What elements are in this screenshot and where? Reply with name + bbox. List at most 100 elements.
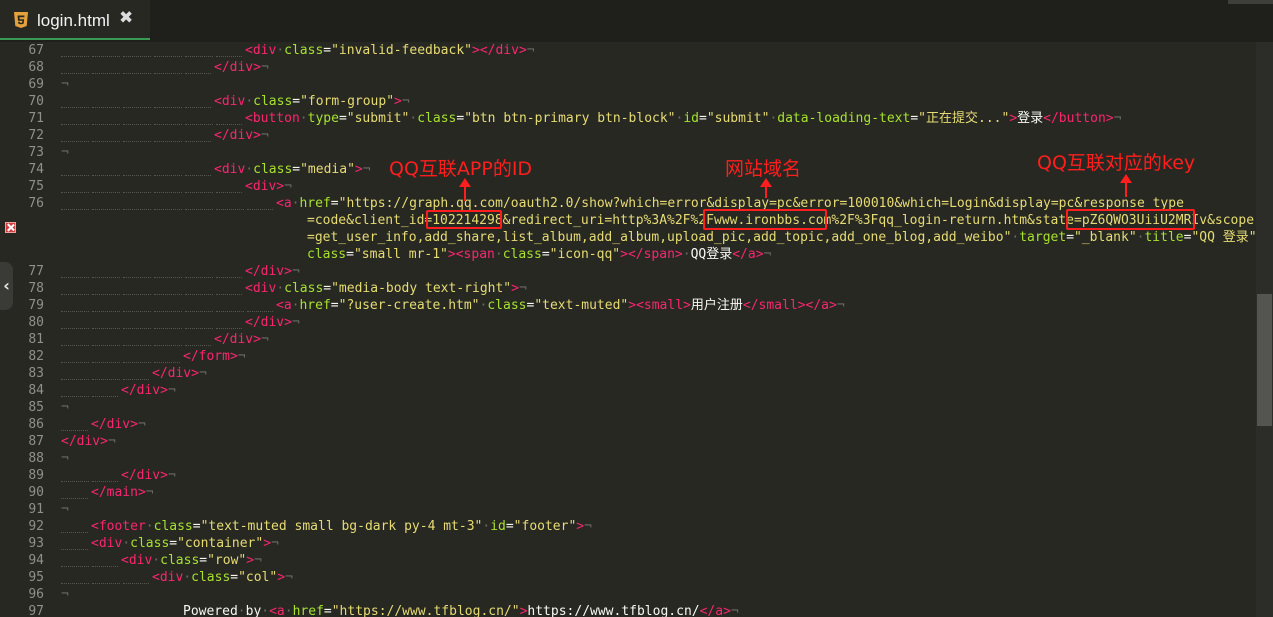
line-number: 96 (28, 587, 44, 602)
indent-guide (61, 396, 89, 397)
code-line[interactable]: 69 ¬ (0, 76, 1256, 93)
code-line[interactable]: 87 </div>¬ (0, 433, 1256, 450)
code-line[interactable]: 81 </div>¬ (0, 331, 1256, 348)
code-token: · (152, 553, 161, 568)
scrollbar-thumb[interactable] (1257, 294, 1272, 426)
code-token: "QQ 登录" (1191, 230, 1256, 245)
line-number: 93 (28, 536, 44, 551)
line-number: 86 (28, 417, 44, 432)
code-text: ¬ (61, 586, 69, 603)
code-line[interactable]: 95 <div·class="col">¬ (0, 569, 1256, 586)
indent-guide (61, 311, 89, 312)
indent-guide (61, 141, 89, 142)
code-token: class (130, 536, 170, 551)
code-editor[interactable]: 67 <div·class="invalid-feedback"></div>¬ 6… (0, 42, 1256, 617)
code-line[interactable]: 70 <div·class="form-group">¬ (0, 93, 1256, 110)
code-token: "submit" (346, 111, 410, 126)
indent-guide (123, 362, 151, 363)
code-line[interactable]: =get_user_info,add_share,list_album,add_… (0, 229, 1256, 246)
code-token: "media" (300, 162, 355, 177)
code-token: type (307, 111, 339, 126)
code-line[interactable]: 67 <div·class="invalid-feedback"></div>¬ (0, 42, 1256, 59)
line-number: 88 (28, 451, 44, 466)
line-number: 83 (28, 366, 44, 381)
indent-guide (92, 583, 120, 584)
indent-guide (61, 294, 89, 295)
code-token: class (253, 94, 293, 109)
code-token: ¬ (836, 298, 845, 313)
annotation-box-domain (703, 209, 827, 230)
code-text: <div·class="col">¬ (152, 569, 293, 586)
code-line[interactable]: 75 <div>¬ (0, 178, 1256, 195)
code-line[interactable]: 97 Powered·by·<a·href="https://www.tfblog… (0, 603, 1256, 617)
code-line[interactable]: 86 </div>¬ (0, 416, 1256, 433)
code-token: = (330, 196, 339, 211)
code-text: <a·href="?user-create.htm"·class="text-m… (276, 297, 845, 314)
indent-guide (154, 175, 182, 176)
code-line[interactable]: 80 </div>¬ (0, 314, 1256, 331)
code-token: · (237, 604, 246, 617)
code-line[interactable]: 92 <footer·class="text-muted small bg-dar… (0, 518, 1256, 535)
code-token: by (245, 604, 262, 617)
code-line[interactable]: 91 ¬ (0, 501, 1256, 518)
code-line[interactable]: 79 <a·href="?user-create.htm"·class="text… (0, 297, 1256, 314)
indent-guide (92, 124, 120, 125)
code-token: </div> (61, 434, 108, 449)
tab-bar: login.html ✖ (0, 0, 1273, 42)
code-token: ¬ (285, 570, 293, 585)
code-text: ¬ (61, 144, 69, 161)
code-token: </button> (1043, 111, 1114, 126)
code-line[interactable]: 72 </div>¬ (0, 127, 1256, 144)
code-text: <div·class="media-body text-right">¬ (245, 280, 527, 297)
indent-guide (92, 481, 118, 482)
code-token: > (246, 553, 255, 568)
code-line[interactable]: 84 </div>¬ (0, 382, 1256, 399)
code-token: = (338, 111, 347, 126)
line-number: 76 (28, 196, 44, 211)
line-number: 67 (28, 43, 44, 58)
code-line[interactable]: class="small mr-1"><span·class="icon-qq"… (0, 246, 1256, 263)
code-line[interactable]: 90 </main>¬ (0, 484, 1256, 501)
code-text: </div>¬ (61, 433, 116, 450)
error-marker-icon[interactable] (5, 222, 16, 233)
code-line[interactable]: 68 </div>¬ (0, 59, 1256, 76)
indent-guide (216, 124, 242, 125)
code-token: </div> (91, 417, 138, 432)
code-text: </div>¬ (245, 263, 300, 280)
chevron-left-icon[interactable]: ‹ (0, 262, 13, 310)
code-text: </main>¬ (91, 484, 154, 501)
code-line[interactable]: 96 ¬ (0, 586, 1256, 603)
code-text: <div>¬ (245, 178, 292, 195)
code-token: ¬ (237, 349, 246, 364)
code-token: "container" (177, 536, 264, 551)
code-token: "media-body text-right" (331, 281, 512, 296)
code-token: ¬ (61, 502, 69, 517)
code-line[interactable]: 82 </form>¬ (0, 348, 1256, 365)
code-line[interactable]: 85 ¬ (0, 399, 1256, 416)
code-token: = (346, 247, 354, 262)
code-line[interactable]: 89 </div>¬ (0, 467, 1256, 484)
code-token: href (299, 196, 331, 211)
code-token: <a (269, 604, 285, 617)
code-line[interactable]: 88 ¬ (0, 450, 1256, 467)
code-token: </div> (121, 468, 168, 483)
code-line[interactable]: 78 <div·class="media-body text-right">¬ (0, 280, 1256, 297)
code-token: · (682, 247, 691, 262)
code-line[interactable]: 94 <div·class="row">¬ (0, 552, 1256, 569)
code-line[interactable]: 77 </div>¬ (0, 263, 1256, 280)
code-line[interactable]: 71 <button·type="submit"·class="btn btn-p… (0, 110, 1256, 127)
code-token: ¬ (61, 145, 69, 160)
code-token: </div> (479, 43, 527, 58)
code-token: </span> (627, 247, 683, 262)
code-token: = (910, 111, 919, 126)
code-line[interactable]: 93 <div·class="container">¬ (0, 535, 1256, 552)
file-tab[interactable]: login.html ✖ (0, 0, 150, 40)
code-token: > (620, 247, 628, 262)
indent-guide (92, 328, 120, 329)
code-token: = (292, 162, 301, 177)
indent-guide (61, 430, 88, 431)
line-number: 81 (28, 332, 44, 347)
close-icon[interactable]: ✖ (119, 8, 133, 28)
code-token: ¬ (137, 417, 146, 432)
code-line[interactable]: 83 </div>¬ (0, 365, 1256, 382)
